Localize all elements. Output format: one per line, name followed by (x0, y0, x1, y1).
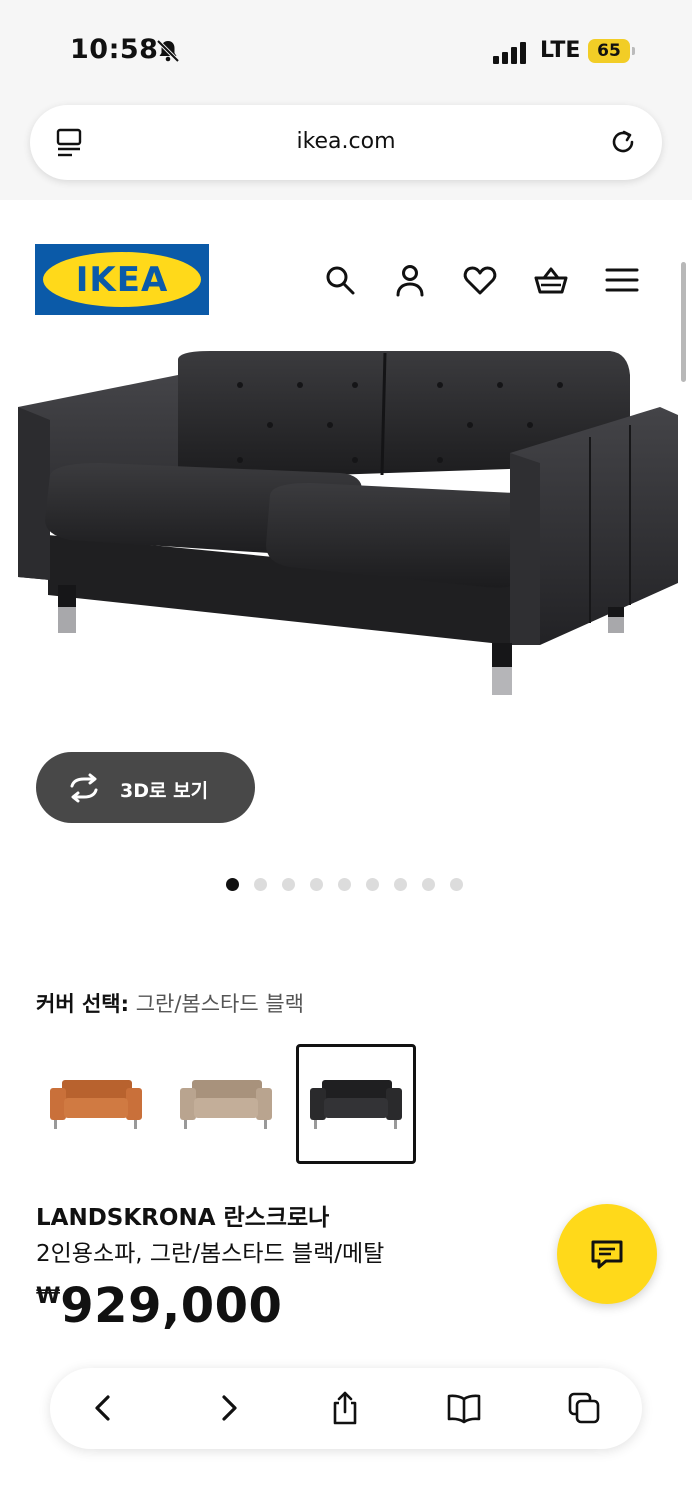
view-3d-button[interactable]: 3D로 보기 (36, 752, 255, 823)
cover-swatch-black[interactable] (296, 1044, 416, 1164)
status-bar: 10:58 LTE 65 (0, 0, 692, 100)
carousel-dot[interactable] (422, 878, 435, 891)
carousel-dot[interactable] (310, 878, 323, 891)
carousel-dot[interactable] (282, 878, 295, 891)
rotate-3d-icon (70, 773, 98, 803)
forward-icon[interactable] (210, 1390, 246, 1426)
browser-address-area: ikea.com (0, 100, 692, 200)
product-price: ₩929,000 (36, 1278, 282, 1334)
heart-icon[interactable] (462, 262, 498, 298)
price-currency: ₩ (36, 1284, 61, 1309)
network-type: LTE (540, 38, 581, 63)
menu-icon[interactable] (604, 262, 640, 298)
chat-button[interactable] (557, 1204, 657, 1304)
swatch-sofa-image (50, 1080, 142, 1129)
carousel-dot[interactable] (394, 878, 407, 891)
browser-toolbar (50, 1368, 642, 1449)
ikea-logo[interactable]: IKEA (35, 244, 209, 315)
share-icon[interactable] (327, 1390, 363, 1426)
carousel-dot[interactable] (338, 878, 351, 891)
carousel-dot[interactable] (366, 878, 379, 891)
chat-icon (591, 1240, 623, 1269)
product-name: LANDSKRONA 란스크로나 (36, 1205, 330, 1231)
url-text[interactable]: ikea.com (30, 129, 662, 154)
cover-selected-value: 그란/봄스타드 블랙 (135, 992, 304, 1016)
swatch-sofa-image (180, 1080, 272, 1129)
carousel-dot[interactable] (450, 878, 463, 891)
product-description: 2인용소파, 그란/봄스타드 블랙/메탈 (36, 1241, 385, 1267)
product-image[interactable] (10, 345, 682, 705)
search-icon[interactable] (322, 262, 358, 298)
cart-icon[interactable] (533, 262, 569, 298)
carousel-dot[interactable] (226, 878, 239, 891)
swatch-sofa-image (310, 1080, 402, 1129)
logo-text: IKEA (75, 260, 169, 300)
bookmarks-icon[interactable] (446, 1390, 482, 1426)
tabs-icon[interactable] (566, 1390, 602, 1426)
address-bar[interactable]: ikea.com (30, 105, 662, 180)
bell-muted-icon (156, 39, 180, 63)
price-value: 929,000 (60, 1278, 283, 1334)
account-icon[interactable] (392, 262, 428, 298)
cover-selection-heading: 커버 선택: 그란/봄스타드 블랙 (36, 988, 304, 1018)
carousel-dot[interactable] (254, 878, 267, 891)
reload-icon[interactable] (606, 125, 640, 159)
cover-swatch-beige[interactable] (166, 1044, 286, 1164)
cover-swatch-orange[interactable] (36, 1044, 156, 1164)
battery-indicator: 65 (588, 39, 635, 63)
back-icon[interactable] (86, 1390, 122, 1426)
signal-icon (493, 42, 529, 64)
status-time: 10:58 (70, 34, 159, 65)
cover-label: 커버 선택: (36, 992, 129, 1016)
view-3d-label: 3D로 보기 (120, 780, 209, 802)
